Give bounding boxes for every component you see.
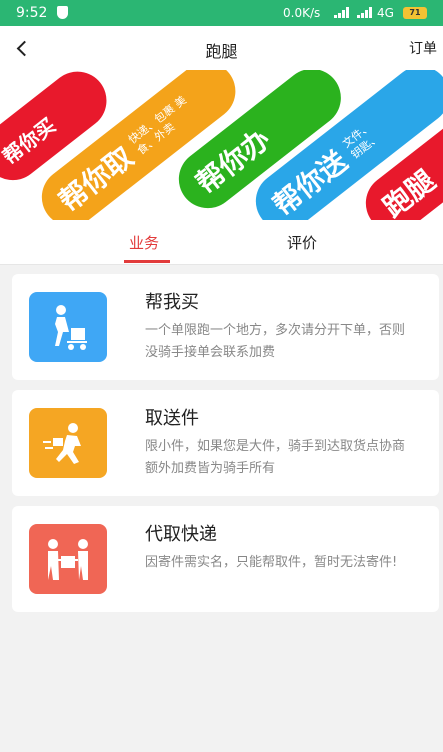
service-card-buy[interactable]: 帮我买 一个单限跑一个地方，多次请分开下单，否则没骑手接单会联系加费 [12, 274, 439, 380]
service-title: 帮我买 [145, 292, 199, 313]
page-title: 跑腿 [205, 42, 238, 61]
signal-icon-2 [357, 7, 374, 18]
tab-indicator [124, 260, 170, 263]
battery-icon: 71 [403, 7, 427, 19]
promo-banner[interactable]: 帮你买 帮你取 快递、包裹 美食、外卖 帮你办 帮你送 文件、 钥匙、 跑腿 [0, 70, 443, 220]
service-card-express[interactable]: 代取快递 因寄件需实名，只能帮取件，暂时无法寄件! [12, 506, 439, 612]
tab-business[interactable]: 业务 [129, 232, 159, 253]
network-speed: 0.0K/s [283, 6, 321, 20]
tab-bar: 业务 评价 [0, 220, 443, 265]
delivery-cart-icon [29, 292, 107, 362]
service-title: 代取快递 [145, 524, 217, 545]
signal-icon [334, 7, 351, 18]
package-handover-icon [29, 524, 107, 594]
status-time: 9:52 [16, 5, 48, 21]
tab-reviews[interactable]: 评价 [287, 232, 317, 253]
service-description: 限小件，如果您是大件，骑手到达取货点协商额外加费皆为骑手所有 [145, 439, 406, 476]
service-title: 取送件 [145, 408, 199, 429]
order-button[interactable]: 订单 [409, 38, 437, 58]
service-card-pickup-send[interactable]: 取送件 限小件，如果您是大件，骑手到达取货点协商额外加费皆为骑手所有 [12, 390, 439, 496]
status-bar: 9:52 0.0K/s 4G 71 [0, 0, 443, 26]
service-description: 一个单限跑一个地方，多次请分开下单，否则没骑手接单会联系加费 [145, 323, 406, 360]
app-header: 跑腿 订单 [0, 26, 443, 70]
service-description: 因寄件需实名，只能帮取件，暂时无法寄件! [145, 555, 398, 570]
shield-icon [57, 6, 68, 19]
running-courier-icon [29, 408, 107, 478]
network-type: 4G [377, 6, 394, 20]
